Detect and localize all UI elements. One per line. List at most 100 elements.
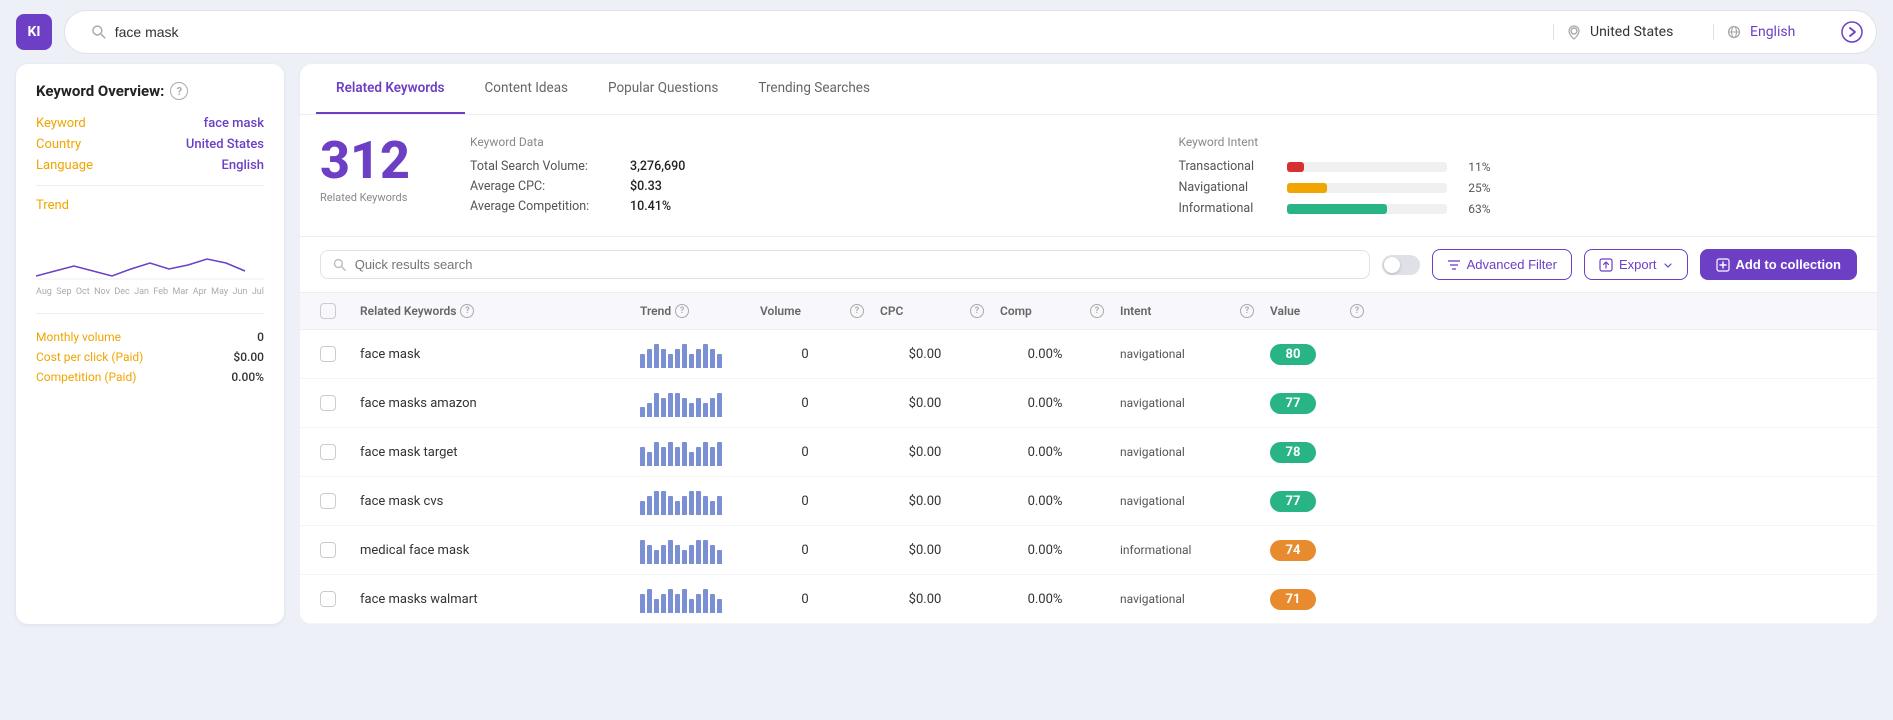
row-checkbox[interactable]: [320, 395, 336, 411]
th-cpc-help: ?: [970, 304, 1000, 318]
trend-bar: [696, 349, 701, 368]
intent-cell: navigational: [1120, 592, 1240, 606]
logo-badge: KI: [16, 14, 52, 50]
row-checkbox[interactable]: [320, 346, 336, 362]
trend-bar: [647, 589, 652, 613]
row-checkbox[interactable]: [320, 493, 336, 509]
trend-bar: [668, 442, 673, 466]
table-body: face mask 0 $0.00 0.00% navigational 80 …: [300, 330, 1877, 624]
row-checkbox[interactable]: [320, 591, 336, 607]
kd-row-cpc: Average CPC: $0.33: [470, 179, 1149, 194]
select-all-checkbox[interactable]: [320, 303, 336, 319]
volume-cell: 0: [760, 494, 850, 509]
country-label: Country: [36, 137, 81, 152]
trend-bar: [640, 540, 645, 564]
row-checkbox[interactable]: [320, 444, 336, 460]
row-checkbox-cell[interactable]: [320, 493, 360, 509]
trend-bar: [696, 447, 701, 466]
row-checkbox-cell[interactable]: [320, 591, 360, 607]
trend-bar: [647, 496, 652, 515]
comp-cell: 0.00%: [1000, 347, 1090, 362]
th-checkbox-spacer: [320, 303, 360, 319]
sidebar-row-country: Country United States: [36, 137, 264, 152]
value-badge: 78: [1270, 442, 1316, 463]
kd-cpc-value: $0.33: [630, 179, 662, 194]
search-input[interactable]: [115, 24, 1541, 40]
trend-bar: [682, 589, 687, 613]
volume-cell: 0: [760, 543, 850, 558]
add-to-collection-button[interactable]: Add to collection: [1700, 249, 1857, 280]
trend-bar: [661, 349, 666, 368]
row-checkbox-cell[interactable]: [320, 542, 360, 558]
country-section[interactable]: United States: [1554, 24, 1714, 40]
kd-row-comp: Average Competition: 10.41%: [470, 199, 1149, 214]
navigational-bar-container: [1287, 183, 1447, 193]
sidebar-divider-2: [36, 313, 264, 314]
trend-bar: [647, 452, 652, 466]
kd-volume-value: 3,276,690: [630, 159, 685, 174]
transactional-pct: 11%: [1455, 160, 1491, 174]
monthly-label: Monthly volume: [36, 330, 121, 344]
th-keywords-help[interactable]: ?: [460, 304, 474, 318]
table-header: Related Keywords ? Trend ? Volume ? CPC: [300, 293, 1877, 330]
trend-bar: [703, 344, 708, 368]
quick-search-input[interactable]: [355, 257, 1357, 272]
keyword-data-section: Keyword Data Total Search Volume: 3,276,…: [470, 135, 1149, 219]
cpc-label: Cost per click (Paid): [36, 350, 143, 364]
tab-trending-searches[interactable]: Trending Searches: [738, 64, 890, 114]
trend-bar: [710, 545, 715, 564]
trend-bar: [668, 393, 673, 417]
th-cpc-help-icon[interactable]: ?: [970, 304, 984, 318]
volume-cell: 0: [760, 347, 850, 362]
advanced-filter-button[interactable]: Advanced Filter: [1432, 249, 1572, 280]
trend-bar: [675, 545, 680, 564]
row-checkbox[interactable]: [320, 542, 336, 558]
tab-popular-questions[interactable]: Popular Questions: [588, 64, 738, 114]
trend-bar: [668, 589, 673, 613]
sidebar-help-icon[interactable]: ?: [170, 82, 188, 100]
tab-content-ideas[interactable]: Content Ideas: [465, 64, 589, 114]
export-icon: [1599, 258, 1613, 272]
trend-bar: [710, 447, 715, 466]
export-button[interactable]: Export: [1584, 249, 1688, 280]
th-volume: Volume: [760, 304, 850, 318]
keyword-value: face mask: [204, 116, 264, 131]
comp-cell: 0.00%: [1000, 543, 1090, 558]
quick-search[interactable]: [320, 250, 1370, 279]
trend-bar: [710, 398, 715, 417]
trend-bar: [689, 545, 694, 564]
tab-related-keywords[interactable]: Related Keywords: [316, 64, 465, 114]
go-button[interactable]: [1834, 14, 1870, 50]
th-intent-help-icon[interactable]: ?: [1240, 304, 1254, 318]
th-comp-help-icon[interactable]: ?: [1090, 304, 1104, 318]
stat-row-cpc: Cost per click (Paid) $0.00: [36, 350, 264, 364]
th-intent: Intent: [1120, 304, 1240, 318]
intent-section: Keyword Intent Transactional 11% Navigat…: [1179, 135, 1858, 222]
trend-bar: [689, 452, 694, 466]
toggle-pill[interactable]: [1382, 255, 1420, 275]
value-cell: 78: [1270, 442, 1350, 463]
th-trend-help[interactable]: ?: [675, 304, 689, 318]
add-collection-label: Add to collection: [1736, 257, 1841, 272]
table-row: face masks amazon 0 $0.00 0.00% navigati…: [300, 379, 1877, 428]
trend-bar: [661, 594, 666, 613]
th-value-help-icon[interactable]: ?: [1350, 304, 1364, 318]
th-cpc: CPC: [880, 304, 970, 318]
related-count-label: Related Keywords: [320, 191, 407, 204]
cpc-cell: $0.00: [880, 347, 970, 362]
sidebar-divider-1: [36, 185, 264, 186]
cpc-cell: $0.00: [880, 445, 970, 460]
volume-cell: 0: [760, 396, 850, 411]
informational-pct: 63%: [1455, 202, 1491, 216]
volume-cell: 0: [760, 592, 850, 607]
informational-bar-container: [1287, 204, 1447, 214]
row-checkbox-cell[interactable]: [320, 346, 360, 362]
row-checkbox-cell[interactable]: [320, 444, 360, 460]
navigational-pct: 25%: [1455, 181, 1491, 195]
th-volume-help-icon[interactable]: ?: [850, 304, 864, 318]
language-section[interactable]: English: [1714, 24, 1834, 40]
toggle-wrap[interactable]: [1382, 255, 1420, 275]
row-checkbox-cell[interactable]: [320, 395, 360, 411]
th-value-help: ?: [1350, 304, 1380, 318]
query-section: [79, 24, 1554, 40]
